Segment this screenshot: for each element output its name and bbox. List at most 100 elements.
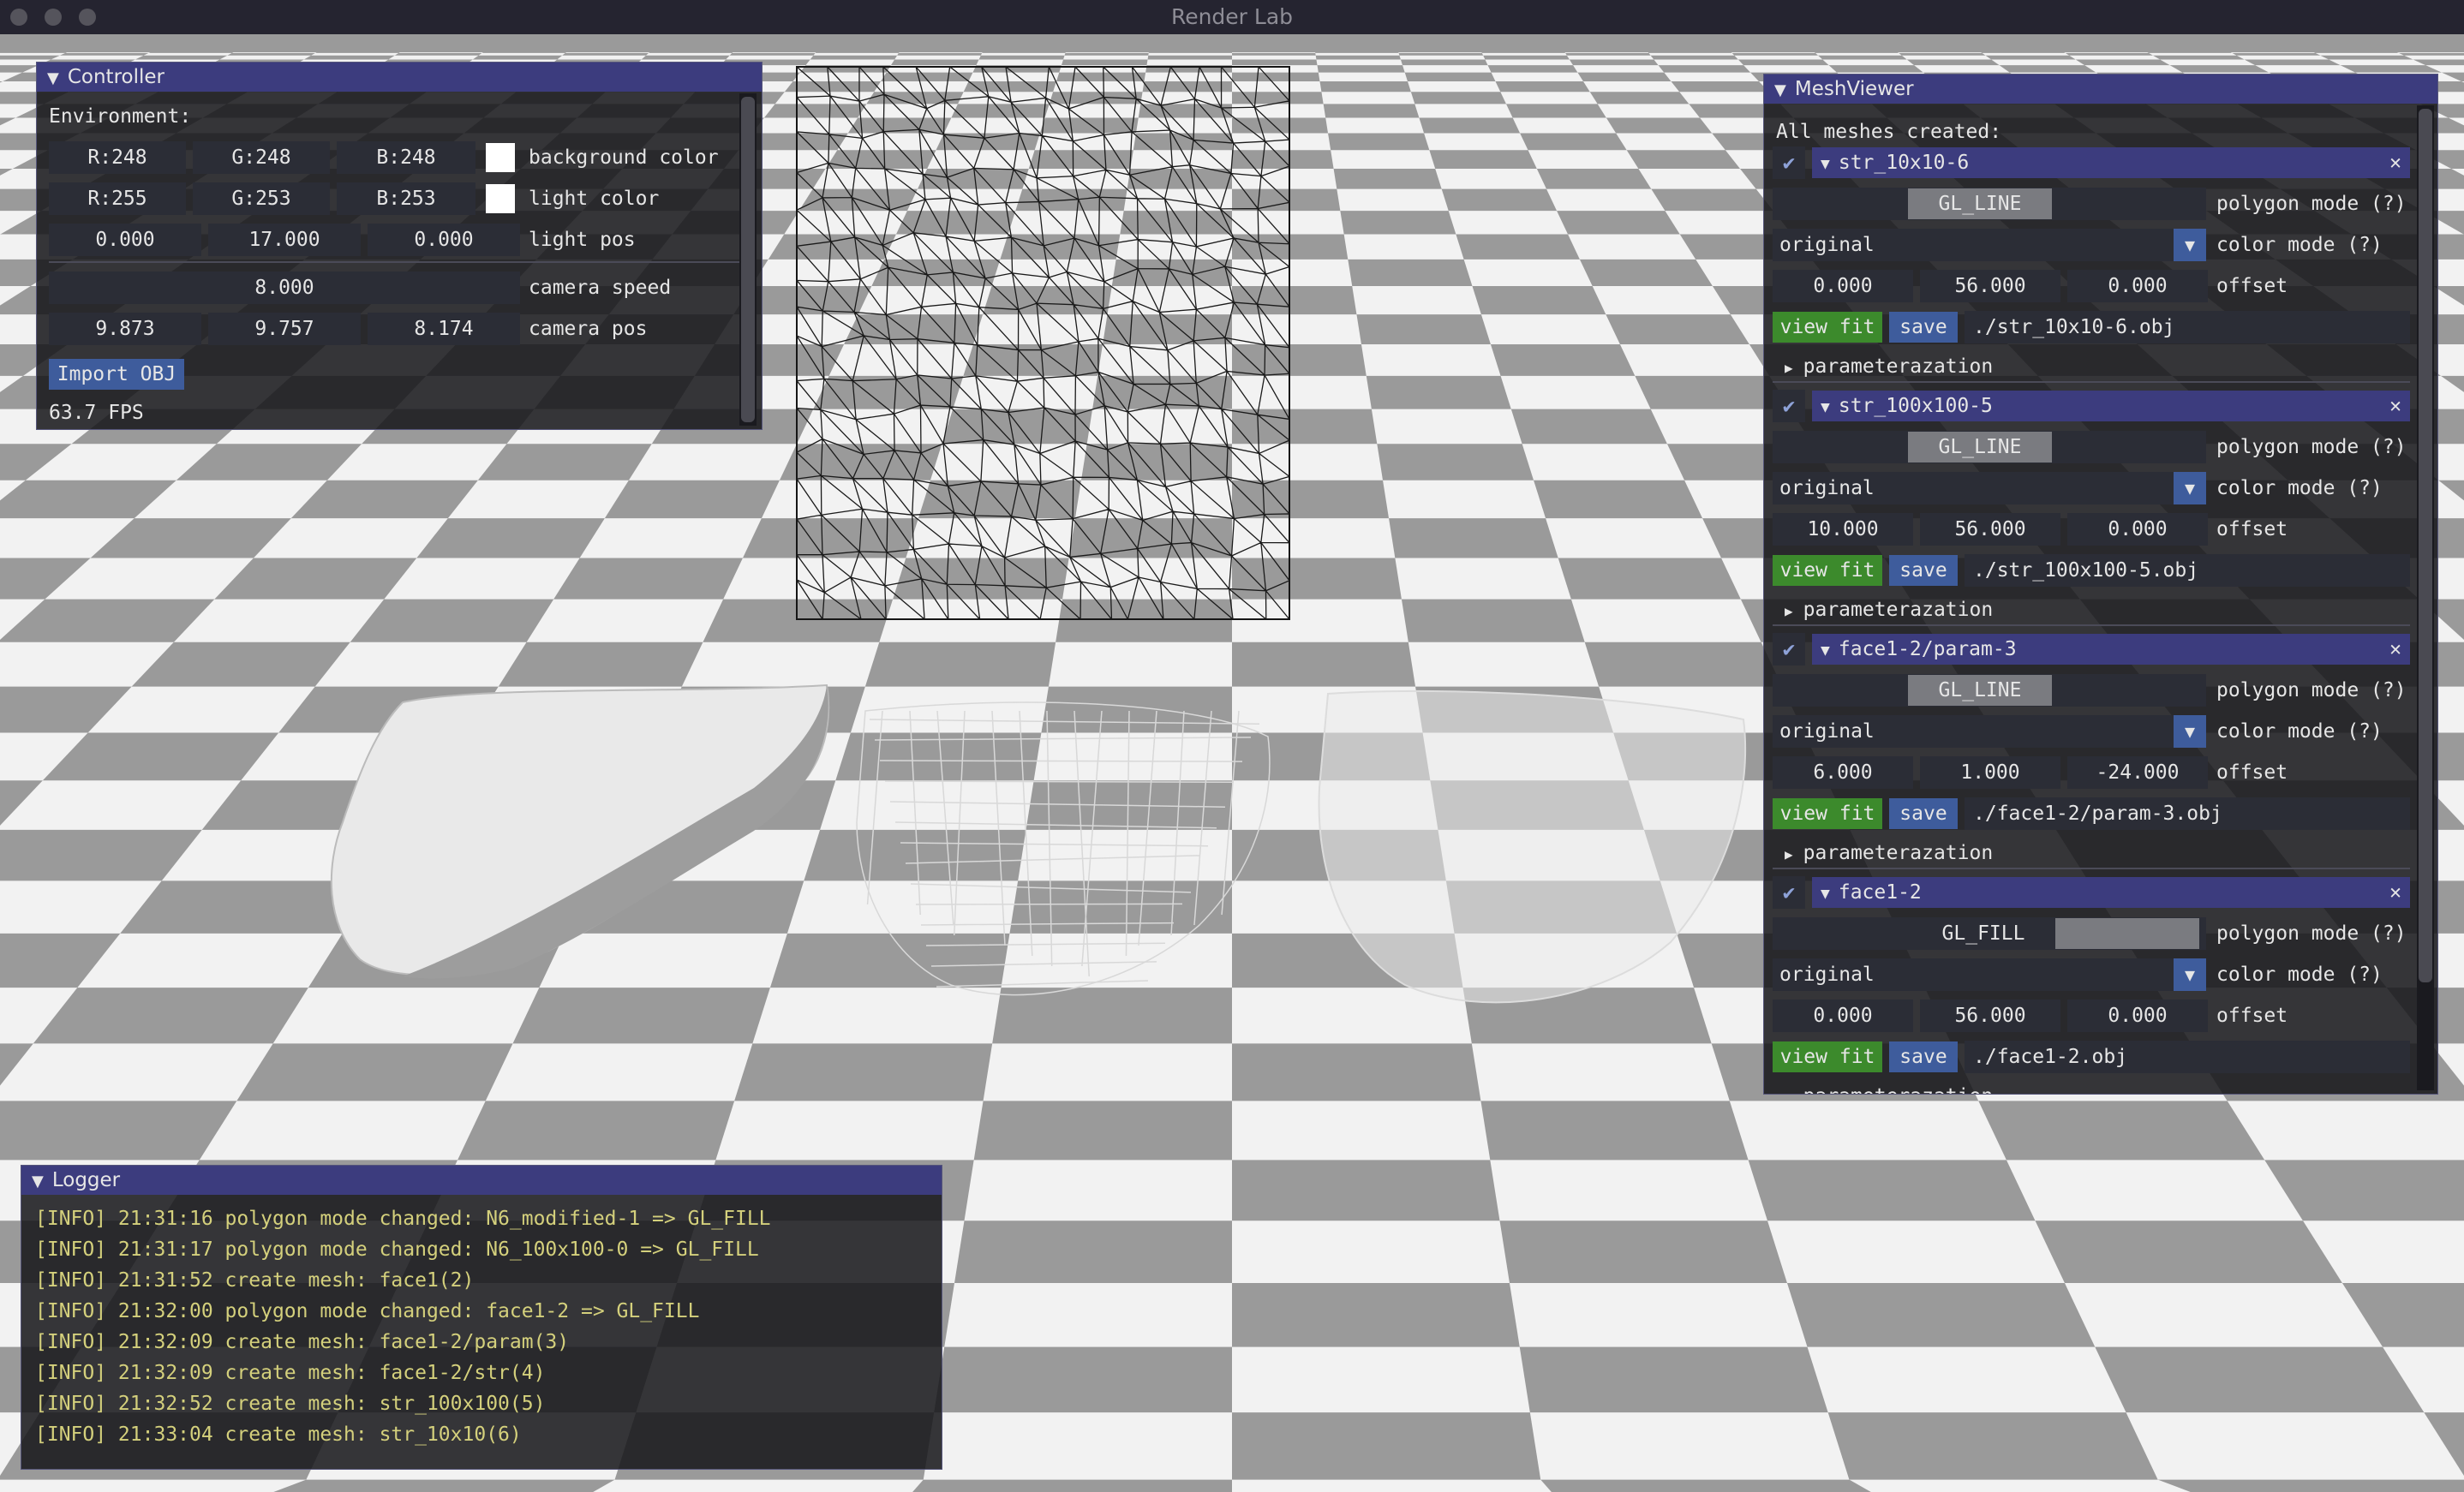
bg-g-input[interactable]: G:248: [193, 141, 330, 174]
import-obj-button[interactable]: Import OBJ: [49, 359, 184, 390]
obj-path-input[interactable]: ./face1-2.obj: [1965, 1041, 2410, 1073]
mesh-header[interactable]: ▼ str_100x100-5 ✕: [1812, 391, 2410, 421]
collapse-triangle-icon[interactable]: ▼: [1821, 149, 1830, 180]
offset-z-input[interactable]: 0.000: [2067, 270, 2208, 302]
close-icon[interactable]: ✕: [2389, 877, 2401, 908]
parameterization-label: parameterazation: [1803, 599, 1994, 621]
color-mode-label: color mode (?): [2216, 234, 2383, 256]
obj-path-input[interactable]: ./str_10x10-6.obj: [1965, 311, 2410, 343]
close-icon[interactable]: ✕: [2389, 634, 2401, 665]
collapse-triangle-icon[interactable]: ▼: [1821, 879, 1830, 910]
polygon-mode-value[interactable]: GL_FILL: [1915, 917, 2052, 950]
offset-x-input[interactable]: 6.000: [1773, 756, 1913, 789]
collapse-triangle-icon[interactable]: ▼: [1821, 392, 1830, 423]
mesh-header[interactable]: ▼ face1-2/param-3 ✕: [1812, 634, 2410, 665]
logger-header[interactable]: ▼ Logger: [21, 1166, 942, 1195]
log-line: [INFO] 21:32:00 polygon mode changed: fa…: [35, 1300, 700, 1322]
mesh-header[interactable]: ▼ face1-2 ✕: [1812, 877, 2410, 908]
polygon-mode-toggle[interactable]: GL_LINE: [1908, 188, 2052, 219]
obj-path-input[interactable]: ./str_100x100-5.obj: [1965, 554, 2410, 587]
expand-triangle-icon[interactable]: ▶: [1785, 360, 1793, 376]
meshviewer-scroll-thumb[interactable]: [2419, 109, 2432, 982]
view-fit-button[interactable]: view fit: [1773, 1041, 1882, 1072]
polygon-mode-toggle[interactable]: [2055, 918, 2199, 949]
offset-y-input[interactable]: 56.000: [1920, 1000, 2060, 1032]
offset-z-input[interactable]: -24.000: [2067, 756, 2208, 789]
polygon-mode-toggle[interactable]: GL_LINE: [1908, 432, 2052, 463]
window-title: Render Lab: [1170, 4, 1294, 29]
close-icon[interactable]: ✕: [2389, 147, 2401, 178]
chevron-down-icon[interactable]: ▼: [2174, 958, 2206, 991]
color-mode-select[interactable]: original: [1773, 229, 2206, 261]
view-fit-button[interactable]: view fit: [1773, 555, 1882, 586]
controller-scrollbar[interactable]: [739, 93, 757, 426]
parameterization-node[interactable]: ▶ parameterazation: [1785, 350, 1993, 383]
offset-y-input[interactable]: 56.000: [1920, 513, 2060, 546]
polygon-mode-toggle[interactable]: GL_LINE: [1908, 675, 2052, 706]
obj-path-input[interactable]: ./face1-2/param-3.obj: [1965, 797, 2410, 830]
controller-scroll-thumb[interactable]: [741, 97, 755, 422]
offset-y-input[interactable]: 1.000: [1920, 756, 2060, 789]
collapse-triangle-icon[interactable]: ▼: [1821, 636, 1830, 666]
light-g-input[interactable]: G:253: [193, 182, 330, 215]
meshviewer-title: MeshViewer: [1794, 78, 1914, 100]
view-fit-button[interactable]: view fit: [1773, 798, 1882, 829]
save-button[interactable]: save: [1889, 798, 1958, 829]
offset-x-input[interactable]: 10.000: [1773, 513, 1913, 546]
chevron-down-icon[interactable]: ▼: [2174, 472, 2206, 504]
collapse-triangle-icon[interactable]: ▼: [47, 64, 59, 93]
offset-y-input[interactable]: 56.000: [1920, 270, 2060, 302]
camera-speed-slider[interactable]: 8.000: [49, 272, 520, 304]
offset-x-input[interactable]: 0.000: [1773, 1000, 1913, 1032]
offset-z-input[interactable]: 0.000: [2067, 513, 2208, 546]
logger-title: Logger: [51, 1169, 121, 1191]
light-color-swatch[interactable]: [486, 184, 515, 213]
close-icon[interactable]: ✕: [2389, 391, 2401, 421]
controller-header[interactable]: ▼ Controller: [37, 63, 762, 92]
mesh-header[interactable]: ▼ str_10x10-6 ✕: [1812, 147, 2410, 178]
color-mode-select[interactable]: original: [1773, 472, 2206, 504]
camera-pos-z-input[interactable]: 8.174: [368, 313, 520, 345]
meshviewer-header[interactable]: ▼ MeshViewer: [1764, 75, 2437, 104]
parameterization-node[interactable]: ▶ parameterazation: [1785, 594, 1993, 626]
collapse-triangle-icon[interactable]: ▼: [1774, 76, 1786, 105]
camera-pos-x-input[interactable]: 9.873: [49, 313, 201, 345]
light-b-input[interactable]: B:253: [337, 182, 475, 215]
light-pos-y-input[interactable]: 17.000: [208, 224, 361, 256]
chevron-down-icon[interactable]: ▼: [2174, 715, 2206, 748]
offset-z-input[interactable]: 0.000: [2067, 1000, 2208, 1032]
parameterization-label: parameterazation: [1803, 355, 1994, 378]
view-fit-button[interactable]: view fit: [1773, 312, 1882, 343]
parameterization-node[interactable]: ▶ parameterazation: [1785, 837, 1993, 869]
chevron-down-icon[interactable]: ▼: [2174, 229, 2206, 261]
parameterization-label: parameterazation: [1803, 1085, 1994, 1094]
expand-triangle-icon[interactable]: ▶: [1785, 846, 1793, 862]
bg-r-input[interactable]: R:248: [49, 141, 186, 174]
camera-pos-label: camera pos: [529, 318, 648, 340]
save-button[interactable]: save: [1889, 312, 1958, 343]
color-mode-select[interactable]: original: [1773, 958, 2206, 991]
mesh-visible-checkbox[interactable]: ✔: [1773, 390, 1805, 422]
color-mode-select[interactable]: original: [1773, 715, 2206, 748]
fps-readout: 63.7 FPS: [49, 402, 144, 424]
light-pos-z-input[interactable]: 0.000: [368, 224, 520, 256]
light-pos-x-input[interactable]: 0.000: [49, 224, 201, 256]
light-r-input[interactable]: R:255: [49, 182, 186, 215]
expand-triangle-icon[interactable]: ▶: [1785, 603, 1793, 619]
camera-pos-y-input[interactable]: 9.757: [208, 313, 361, 345]
bg-color-swatch[interactable]: [486, 143, 515, 172]
offset-x-input[interactable]: 0.000: [1773, 270, 1913, 302]
mesh-visible-checkbox[interactable]: ✔: [1773, 633, 1805, 665]
mesh-visible-checkbox[interactable]: ✔: [1773, 146, 1805, 179]
color-mode-label: color mode (?): [2216, 477, 2383, 499]
log-output: [INFO] 21:31:16 polygon mode changed: N6…: [21, 1195, 942, 1459]
expand-triangle-icon[interactable]: ▶: [1785, 1089, 1793, 1094]
collapse-triangle-icon[interactable]: ▼: [32, 1167, 44, 1197]
divider: [49, 261, 743, 263]
mesh-visible-checkbox[interactable]: ✔: [1773, 876, 1805, 909]
bg-b-input[interactable]: B:248: [337, 141, 475, 174]
save-button[interactable]: save: [1889, 555, 1958, 586]
meshviewer-scrollbar[interactable]: [2417, 105, 2434, 1090]
save-button[interactable]: save: [1889, 1041, 1958, 1072]
parameterization-node[interactable]: ▶ parameterazation: [1785, 1080, 1994, 1094]
